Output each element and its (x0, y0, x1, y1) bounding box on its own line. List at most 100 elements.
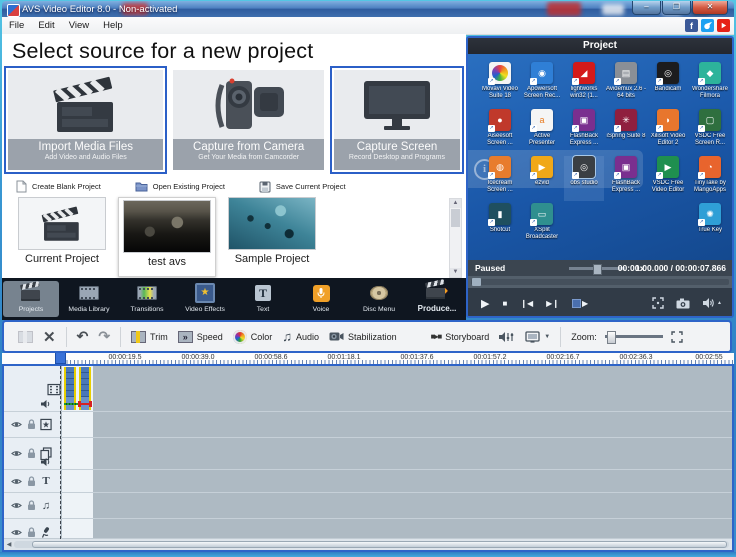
play-button[interactable]: ▶ (481, 297, 489, 310)
menu-view[interactable]: View (62, 20, 96, 31)
stop-button[interactable]: ■ (502, 299, 507, 308)
preview-video-area[interactable]: i ↗Movavi Video Suite 18◉↗Apowersoft Scr… (468, 54, 732, 260)
track-row-video-track[interactable] (4, 366, 732, 412)
scroll-thumb[interactable] (451, 209, 460, 227)
source-card-monitor[interactable]: Capture ScreenRecord Desktop and Program… (334, 70, 460, 170)
video-clip[interactable] (79, 367, 91, 397)
eye-icon[interactable] (10, 526, 22, 538)
audio-mixer-button[interactable] (499, 331, 515, 343)
lock-icon[interactable] (25, 475, 37, 487)
desktop-icon-bandicam[interactable]: ◎↗Bandicam (648, 62, 688, 107)
desktop-icon-true-key[interactable]: ✺↗True Key (690, 203, 730, 248)
minimize-button[interactable]: – (632, 1, 661, 15)
close-button[interactable]: ✕ (692, 1, 728, 15)
open-existing-project-button[interactable]: Open Existing Project (135, 181, 225, 192)
source-card-camcorder[interactable]: Capture from CameraGet Your Media from C… (173, 70, 324, 170)
track-row-text-track[interactable]: T (4, 470, 732, 493)
desktop-icon-aiseesoft-screen-[interactable]: ●↗Aiseesoft Screen ... (480, 109, 520, 154)
scroll-left-icon[interactable]: ◀ (4, 541, 14, 548)
tab-produce-[interactable]: ➜Produce... (409, 281, 465, 317)
track-row-overlay-track[interactable] (4, 438, 732, 470)
desktop-icon-vsdc-free-screen-r-[interactable]: ▢↗VSDC Free Screen R... (690, 109, 730, 154)
delete-button[interactable]: ✕ (43, 328, 56, 346)
seek-track[interactable] (471, 279, 729, 285)
desktop-icon-lightworks-win32-1-[interactable]: ◢↗lightworks win32 (1... (564, 62, 604, 107)
desktop-icon-obs-studio[interactable]: ◎↗obs studio (564, 156, 604, 201)
desktop-icon-flashback-express-[interactable]: ▣↗FlashBack Express ... (564, 109, 604, 154)
youtube-icon[interactable] (717, 19, 730, 32)
previous-frame-button[interactable]: ❙◀ (520, 299, 533, 308)
speed-slider-thumb[interactable] (593, 264, 602, 275)
volume-expand-icon[interactable]: ▲ (717, 300, 722, 306)
twitter-icon[interactable] (701, 19, 714, 32)
lock-icon[interactable] (25, 500, 37, 512)
timeline-ruler[interactable]: 00:00:19.500:00:39.000:00:58.600:01:18.1… (2, 353, 734, 366)
facebook-icon[interactable]: f (685, 19, 698, 32)
tab-voice[interactable]: Voice (293, 281, 349, 317)
desktop-icon-apowersoft-screen-rec-[interactable]: ◉↗Apowersoft Screen Rec... (522, 62, 562, 107)
lock-icon[interactable] (25, 419, 37, 431)
video-clip[interactable] (64, 367, 76, 397)
tab-transitions[interactable]: Transitions (119, 281, 175, 317)
envelope-marker[interactable] (89, 401, 92, 407)
desktop-icon-tinytake-by-mangoapps[interactable]: ◔↗TinyTake by MangoApps (690, 156, 730, 201)
desktop-icon-vsdc-free-video-editor[interactable]: ▶↗VSDC Free Video Editor (648, 156, 688, 201)
desktop-icon-xilisoft-video-editor-2[interactable]: ◗↗Xilisoft Video Editor 2 (648, 109, 688, 154)
display-mode-dropdown-icon[interactable]: ▼ (544, 334, 550, 340)
playhead-marker[interactable] (55, 353, 66, 364)
zoom-fit-icon[interactable] (671, 331, 683, 343)
tab-text[interactable]: TText (235, 281, 291, 317)
display-mode-button[interactable]: ▼ (525, 331, 550, 343)
project-item-test-avs[interactable]: test avs (118, 197, 216, 277)
menu-edit[interactable]: Edit (31, 20, 61, 31)
save-current-project-button[interactable]: Save Current Project (259, 181, 346, 193)
step-forward-button[interactable]: ▶ (572, 299, 588, 308)
track-row-effects-track[interactable] (4, 412, 732, 438)
stabilization-button[interactable]: Stabilization (329, 331, 397, 342)
split-button[interactable] (18, 331, 33, 343)
desktop-icon-movavi-video-suite-18[interactable]: ↗Movavi Video Suite 18 (480, 62, 520, 107)
desktop-icon-ezvid[interactable]: ▶↗ezvid (522, 156, 562, 201)
zoom-slider-thumb[interactable] (607, 331, 616, 344)
desktop-icon-avidemux-2-6-64-bits[interactable]: ▤↗Avidemux 2.6 - 64 bits (606, 62, 646, 107)
timeline[interactable]: T♫ ◀ (2, 366, 734, 552)
seek-thumb[interactable] (472, 278, 481, 286)
project-item-sample-project[interactable]: Sample Project (228, 197, 316, 277)
scroll-up-icon[interactable]: ▲ (450, 199, 461, 208)
hscroll-track[interactable] (14, 541, 729, 548)
envelope-marker[interactable] (78, 401, 81, 407)
tab-disc-menu[interactable]: Disc Menu (351, 281, 407, 317)
next-frame-button[interactable]: ▶❙ (546, 299, 559, 308)
audio-button[interactable]: ♫ Audio (282, 329, 319, 344)
menu-help[interactable]: Help (96, 20, 130, 31)
redo-button[interactable]: ↷ (98, 328, 110, 345)
tab-media-library[interactable]: Media Library (61, 281, 117, 317)
snapshot-icon[interactable] (676, 298, 690, 309)
color-button[interactable]: Color (233, 330, 273, 344)
trim-button[interactable]: Trim (131, 331, 168, 343)
desktop-icon-flashback-express-[interactable]: ▣↗FlashBack Express ... (606, 156, 646, 201)
hscroll-thumb[interactable] (32, 541, 727, 548)
tab-video-effects[interactable]: ★Video Effects (177, 281, 233, 317)
storyboard-button[interactable]: ■▸■ Storyboard (431, 332, 490, 342)
undo-button[interactable]: ↶ (77, 328, 89, 345)
menu-file[interactable]: File (2, 20, 31, 31)
scroll-down-icon[interactable]: ▼ (450, 268, 461, 277)
eye-icon[interactable] (10, 448, 22, 460)
timeline-hscrollbar[interactable]: ◀ (4, 538, 732, 550)
eye-icon[interactable] (10, 500, 22, 512)
eye-icon[interactable] (10, 419, 22, 431)
maximize-button[interactable]: ❐ (662, 1, 691, 15)
volume-button[interactable]: ▲ (702, 297, 722, 309)
project-item-current-project[interactable]: Current Project (18, 197, 106, 277)
seek-bar[interactable] (468, 276, 732, 288)
fullscreen-icon[interactable] (652, 297, 664, 309)
projects-scrollbar[interactable]: ▲ ▼ (449, 198, 462, 278)
track-row-audio-track[interactable]: ♫ (4, 493, 732, 519)
lock-icon[interactable] (25, 448, 37, 460)
create-blank-project-button[interactable]: Create Blank Project (16, 180, 101, 193)
zoom-slider[interactable] (605, 335, 663, 338)
lock-icon[interactable] (25, 526, 37, 538)
desktop-icon-xsplit-broadcaster[interactable]: ▭↗XSplit Broadcaster (522, 203, 562, 248)
desktop-icon-active-presenter[interactable]: a↗Active Presenter (522, 109, 562, 154)
